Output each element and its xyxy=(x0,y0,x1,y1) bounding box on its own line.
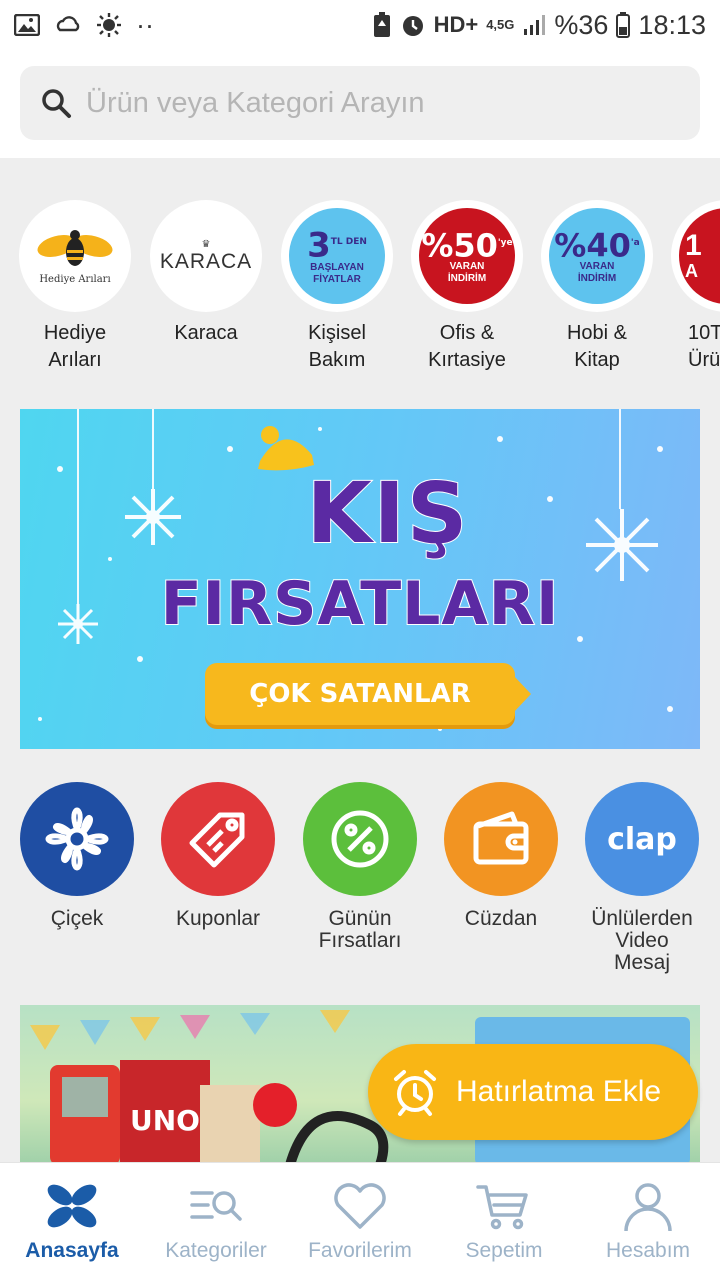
winter-deals-banner[interactable]: KIŞ FIRSATLARI ÇOK SATANLAR xyxy=(20,409,700,749)
nav-sepetim[interactable]: Sepetim xyxy=(432,1163,576,1280)
badge-number: %40'a xyxy=(554,226,640,265)
nav-anasayfa[interactable]: Anasayfa xyxy=(0,1163,144,1280)
banner-title-line2: FIRSATLARI xyxy=(160,568,560,640)
category-ofis-kirtasiye[interactable]: %50'ye VARAN İNDİRİM Ofis & Kırtasiye xyxy=(402,200,532,370)
badge-caption: A xyxy=(685,260,698,281)
category-logo: 1 A xyxy=(671,200,720,312)
badge-number: 1 xyxy=(685,228,702,262)
category-logo: ♛ KARACA xyxy=(150,200,262,312)
nav-label: Sepetim xyxy=(465,1239,543,1262)
clock: 18:13 xyxy=(638,9,706,40)
shortcut-cuzdan[interactable]: Cüzdan xyxy=(431,782,571,930)
category-logo: %50'ye VARAN İNDİRİM xyxy=(411,200,523,312)
logo-text: Hediye Arıları xyxy=(39,274,110,285)
brightness-icon xyxy=(97,13,121,37)
percent-icon xyxy=(331,810,389,868)
badge-caption: VARAN İNDİRİM xyxy=(577,261,617,285)
cart-icon xyxy=(476,1185,528,1230)
badge-number: %50'ye xyxy=(421,226,513,265)
alarm-clock-icon xyxy=(394,1070,436,1116)
search-icon xyxy=(42,89,71,118)
karaca-crown-icon: ♛ xyxy=(201,238,211,250)
shortcut-label: Kuponlar xyxy=(175,907,261,930)
nav-favorilerim[interactable]: Favorilerim xyxy=(288,1163,432,1280)
category-search-icon xyxy=(190,1191,242,1221)
nav-label: Anasayfa xyxy=(25,1239,119,1262)
search-input[interactable] xyxy=(86,86,646,120)
category-kisisel-bakim[interactable]: 3TL DEN BAŞLAYAN FİYATLAR Kişisel Bakım xyxy=(272,200,402,370)
search-header xyxy=(0,50,720,158)
category-10tl-urun[interactable]: 1 A 10T Ürü xyxy=(662,200,720,370)
category-hobi-kitap[interactable]: %40'a VARAN İNDİRİM Hobi & Kitap xyxy=(532,200,662,370)
badge-caption: VARAN İNDİRİM xyxy=(447,261,487,285)
bee-logo-icon: Hediye Arıları xyxy=(37,230,113,285)
shortcut-label: Çiçek xyxy=(50,907,104,930)
image-icon xyxy=(14,14,40,36)
search-bar[interactable] xyxy=(20,66,700,140)
alarm-icon xyxy=(402,16,423,36)
battery-icon xyxy=(616,12,631,38)
banner-title-line1: KIŞ xyxy=(306,463,470,563)
shortcut-label: Ünlülerden Video Mesaj xyxy=(591,907,693,974)
wallet-icon xyxy=(473,811,529,865)
home-flower-icon xyxy=(47,1184,97,1228)
category-label: Kişisel Bakım xyxy=(308,322,366,370)
add-reminder-label: Hatırlatma Ekle xyxy=(456,1075,662,1108)
category-label: Karaca xyxy=(174,322,238,344)
shortcut-gunun-firsatlari[interactable]: Günün Fırsatları xyxy=(290,782,430,952)
nav-label: Hesabım xyxy=(605,1239,691,1262)
nav-label: Kategoriler xyxy=(165,1239,267,1262)
weather-icon xyxy=(56,16,80,32)
category-hediye-arilari[interactable]: Hediye Arıları Hediye Arıları xyxy=(10,200,140,370)
shortcut-row: Çiçek Kuponlar Günün Fırsatları Cüzdan c… xyxy=(0,782,720,982)
network-label: HD+ xyxy=(433,12,479,37)
shortcut-label: Cüzdan xyxy=(464,907,538,930)
flower-icon xyxy=(45,807,109,871)
category-carousel[interactable]: Hediye Arıları Hediye Arıları ♛ KARACA K… xyxy=(0,200,720,370)
bottom-navigation: Anasayfa Kategoriler Favorilerim Sepetim… xyxy=(0,1162,720,1280)
best-sellers-button[interactable]: ÇOK SATANLAR xyxy=(205,663,531,725)
category-label: Ofis & Kırtasiye xyxy=(428,322,506,370)
more-notifications-icon: ·· xyxy=(136,9,154,40)
category-label: Hobi & Kitap xyxy=(566,322,628,370)
uno-card-text: UNO xyxy=(130,1104,200,1137)
shortcut-unlulerden-video-mesaj[interactable]: clap Ünlülerden Video Mesaj xyxy=(572,782,712,974)
network-type: 4,5G xyxy=(486,17,515,32)
karaca-logo-text: KARACA xyxy=(159,249,253,273)
tag-icon xyxy=(189,812,245,868)
shortcut-kuponlar[interactable]: Kuponlar xyxy=(148,782,288,930)
shortcut-cicek[interactable]: Çiçek xyxy=(7,782,147,930)
add-reminder-button[interactable]: Hatırlatma Ekle xyxy=(368,1044,698,1140)
shortcut-label: Günün Fırsatları xyxy=(318,907,402,952)
category-label: 10T Ürü xyxy=(688,322,720,370)
clap-logo: clap xyxy=(607,821,677,857)
category-label: Hediye Arıları xyxy=(43,322,107,370)
category-logo: %40'a VARAN İNDİRİM xyxy=(541,200,653,312)
nav-kategoriler[interactable]: Kategoriler xyxy=(144,1163,288,1280)
heart-icon xyxy=(334,1183,386,1229)
category-karaca[interactable]: ♛ KARACA Karaca xyxy=(141,200,271,347)
nav-label: Favorilerim xyxy=(308,1239,412,1262)
badge-caption: BAŞLAYAN FİYATLAR xyxy=(310,261,364,285)
category-logo: 3TL DEN BAŞLAYAN FİYATLAR xyxy=(281,200,393,312)
status-bar: ·· HD+ 4,5G %36 18:13 xyxy=(0,0,720,50)
battery-percent: %36 xyxy=(554,9,609,40)
badge-number: 3TL DEN xyxy=(307,225,367,266)
category-logo: Hediye Arıları xyxy=(19,200,131,312)
battery-saver-icon xyxy=(373,12,390,37)
nav-hesabim[interactable]: Hesabım xyxy=(576,1163,720,1280)
user-icon xyxy=(624,1183,672,1231)
signal-icon xyxy=(524,15,546,35)
